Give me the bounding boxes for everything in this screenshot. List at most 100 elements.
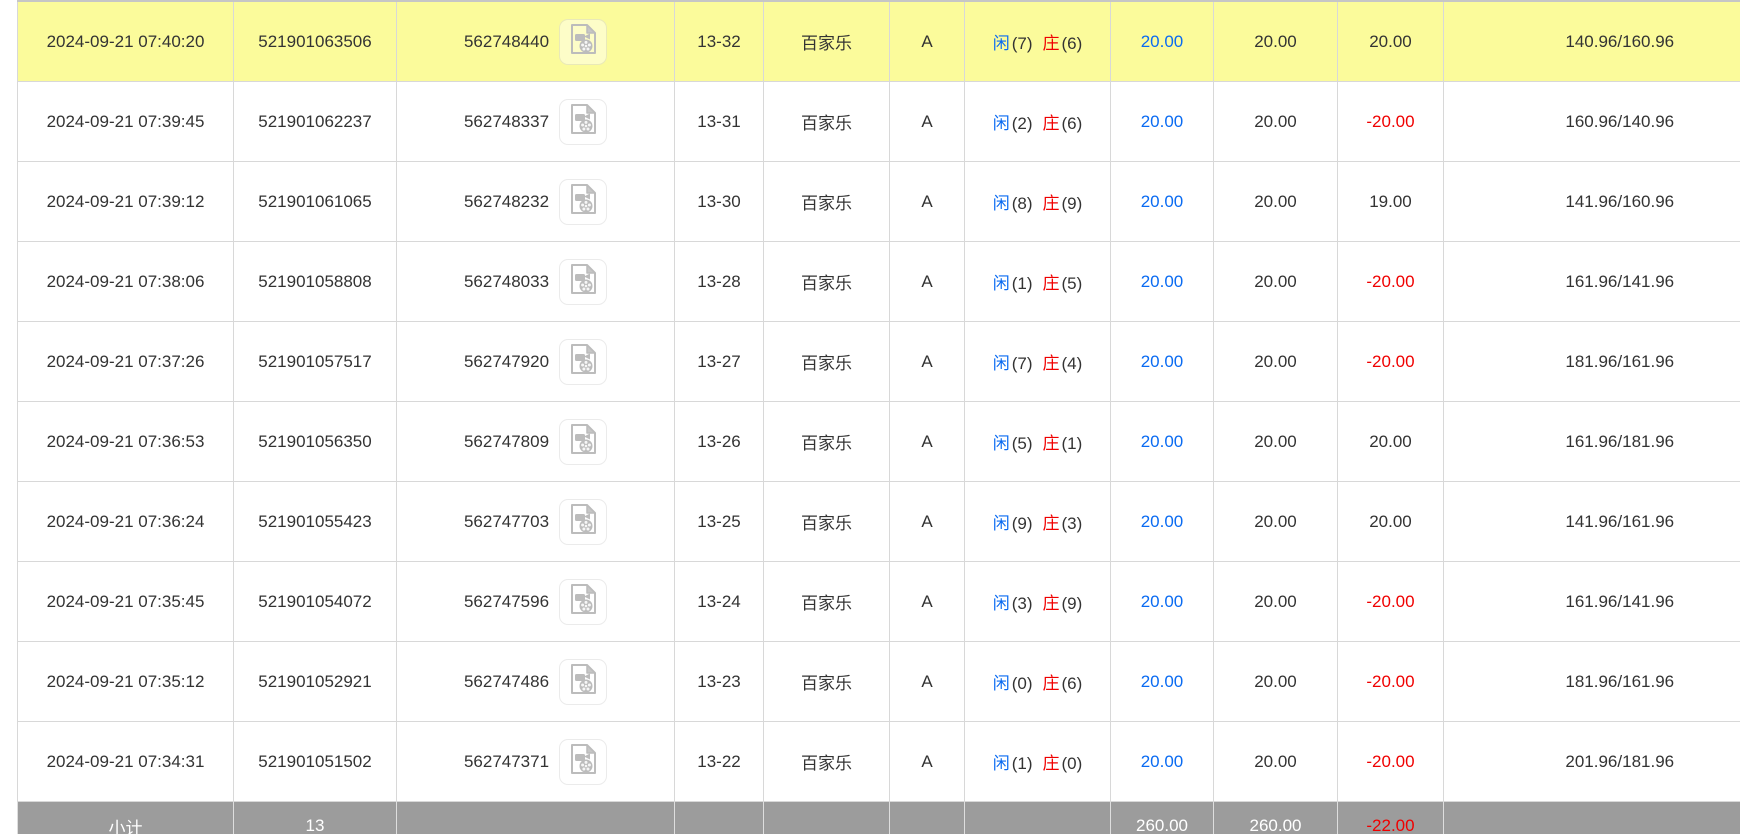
table-cell: A xyxy=(890,562,965,642)
record-row[interactable]: 2024-09-21 07:39:45 521901062237 5627483… xyxy=(18,82,1740,162)
game-number: 562747920 xyxy=(464,352,549,372)
video-replay-button[interactable] xyxy=(559,419,607,465)
order-id-cell: 521901061065 xyxy=(234,162,397,242)
video-replay-button[interactable] xyxy=(559,259,607,305)
banker-label: 庄 xyxy=(1043,354,1060,373)
valid-amount-cell: 20.00 xyxy=(1214,322,1338,402)
record-row[interactable]: 2024-09-21 07:36:53 521901056350 5627478… xyxy=(18,402,1740,482)
banker-points: (6) xyxy=(1062,674,1083,693)
valid-amount-cell: 20.00 xyxy=(1214,642,1338,722)
game-number-cell: 562747486 xyxy=(397,642,675,722)
subtotal-empty-cell xyxy=(1444,802,1740,834)
game-number: 562748337 xyxy=(464,112,549,132)
order-id-cell: 521901063506 xyxy=(234,1,397,82)
player-points: (3) xyxy=(1012,594,1033,613)
banker-points: (0) xyxy=(1062,754,1083,773)
game-number-cell: 562747371 xyxy=(397,722,675,802)
round-cell: 13-28 xyxy=(675,242,764,322)
order-id-cell: 521901057517 xyxy=(234,322,397,402)
player-label: 闲 xyxy=(993,674,1010,693)
round-cell: 13-30 xyxy=(675,162,764,242)
game-type-cell: 百家乐 xyxy=(764,1,890,82)
time-cell: 2024-09-21 07:36:53 xyxy=(18,402,234,482)
video-replay-icon xyxy=(568,743,598,780)
game-type-cell: 百家乐 xyxy=(764,722,890,802)
balance-cell: 161.96/181.96 xyxy=(1444,402,1740,482)
subtotal-empty-cell xyxy=(397,802,675,834)
time-cell: 2024-09-21 07:35:12 xyxy=(18,642,234,722)
valid-amount-cell: 20.00 xyxy=(1214,1,1338,82)
video-replay-icon xyxy=(568,583,598,620)
video-replay-button[interactable] xyxy=(559,579,607,625)
video-replay-button[interactable] xyxy=(559,499,607,545)
record-row[interactable]: 2024-09-21 07:35:12 521901052921 5627474… xyxy=(18,642,1740,722)
video-replay-button[interactable] xyxy=(559,739,607,785)
player-points: (7) xyxy=(1012,34,1033,53)
order-id-cell: 521901051502 xyxy=(234,722,397,802)
round-cell: 13-27 xyxy=(675,322,764,402)
record-row[interactable]: 2024-09-21 07:35:45 521901054072 5627475… xyxy=(18,562,1740,642)
valid-amount-cell: 20.00 xyxy=(1214,482,1338,562)
banker-label: 庄 xyxy=(1043,194,1060,213)
game-number-cell: 562748337 xyxy=(397,82,675,162)
game-number: 562747703 xyxy=(464,512,549,532)
win-loss-cell: -20.00 xyxy=(1338,242,1444,322)
player-label: 闲 xyxy=(993,274,1010,293)
order-id-cell: 521901062237 xyxy=(234,82,397,162)
table-cell: A xyxy=(890,322,965,402)
video-replay-button[interactable] xyxy=(559,339,607,385)
round-cell: 13-23 xyxy=(675,642,764,722)
record-row[interactable]: 2024-09-21 07:37:26 521901057517 5627479… xyxy=(18,322,1740,402)
record-row[interactable]: 2024-09-21 07:39:12 521901061065 5627482… xyxy=(18,162,1740,242)
round-cell: 13-32 xyxy=(675,1,764,82)
result-cell: 闲(3)庄(9) xyxy=(965,562,1111,642)
win-loss-cell: -20.00 xyxy=(1338,642,1444,722)
banker-points: (3) xyxy=(1062,514,1083,533)
valid-amount-cell: 20.00 xyxy=(1214,562,1338,642)
record-row[interactable]: 2024-09-21 07:40:20 521901063506 5627484… xyxy=(18,1,1740,82)
subtotal-valid-total: 260.00 xyxy=(1214,802,1338,834)
result-cell: 闲(9)庄(3) xyxy=(965,482,1111,562)
valid-amount-cell: 20.00 xyxy=(1214,722,1338,802)
banker-label: 庄 xyxy=(1043,114,1060,133)
result-cell: 闲(8)庄(9) xyxy=(965,162,1111,242)
subtotal-row: 小计 13 260.00 260.00 -22.00 xyxy=(18,802,1740,834)
round-cell: 13-26 xyxy=(675,402,764,482)
video-replay-button[interactable] xyxy=(559,179,607,225)
win-loss-cell: 20.00 xyxy=(1338,402,1444,482)
game-number-cell: 562748440 xyxy=(397,1,675,82)
subtotal-win-loss-total: -22.00 xyxy=(1338,802,1444,834)
win-loss-cell: -20.00 xyxy=(1338,562,1444,642)
player-points: (8) xyxy=(1012,194,1033,213)
subtotal-label: 小计 xyxy=(18,802,234,834)
game-number: 562748033 xyxy=(464,272,549,292)
video-replay-button[interactable] xyxy=(559,659,607,705)
banker-points: (4) xyxy=(1062,354,1083,373)
subtotal-empty-cell xyxy=(675,802,764,834)
record-row[interactable]: 2024-09-21 07:36:24 521901055423 5627477… xyxy=(18,482,1740,562)
record-row[interactable]: 2024-09-21 07:38:06 521901058808 5627480… xyxy=(18,242,1740,322)
banker-points: (5) xyxy=(1062,274,1083,293)
record-row[interactable]: 2024-09-21 07:34:31 521901051502 5627473… xyxy=(18,722,1740,802)
balance-cell: 140.96/160.96 xyxy=(1444,1,1740,82)
round-cell: 13-22 xyxy=(675,722,764,802)
result-cell: 闲(5)庄(1) xyxy=(965,402,1111,482)
banker-points: (1) xyxy=(1062,434,1083,453)
valid-amount-cell: 20.00 xyxy=(1214,162,1338,242)
game-type-cell: 百家乐 xyxy=(764,402,890,482)
result-cell: 闲(2)庄(6) xyxy=(965,82,1111,162)
table-cell: A xyxy=(890,402,965,482)
bet-amount-cell: 20.00 xyxy=(1111,1,1214,82)
video-replay-icon xyxy=(568,263,598,300)
video-replay-button[interactable] xyxy=(559,99,607,145)
game-type-cell: 百家乐 xyxy=(764,562,890,642)
banker-points: (6) xyxy=(1062,114,1083,133)
balance-cell: 141.96/161.96 xyxy=(1444,482,1740,562)
records-table-body: 2024-09-21 07:40:20 521901063506 5627484… xyxy=(18,1,1740,802)
time-cell: 2024-09-21 07:40:20 xyxy=(18,1,234,82)
video-replay-button[interactable] xyxy=(559,19,607,65)
video-replay-icon xyxy=(568,343,598,380)
game-type-cell: 百家乐 xyxy=(764,482,890,562)
game-number: 562747371 xyxy=(464,752,549,772)
video-replay-icon xyxy=(568,103,598,140)
